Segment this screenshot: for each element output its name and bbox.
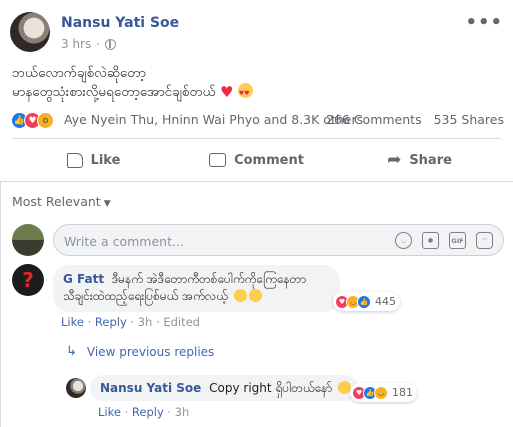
like-button-label: Like [90,152,121,168]
grin-emoji-icon [233,289,247,302]
view-previous-replies-link[interactable]: ↳ View previous replies [66,344,214,359]
comment-count[interactable]: 266 Comments [326,112,422,127]
like-button[interactable]: Like [12,145,175,175]
comment-composer: ◡ ● GIF ◠ [53,224,504,256]
reaction-count: 181 [392,386,413,399]
comment-like-link[interactable]: Like [61,315,84,329]
caret-down-icon: ▼ [103,199,111,209]
wow-reaction-icon: o [37,112,54,129]
comment-input[interactable] [64,231,384,251]
facebook-post: Nansu Yati Soe 3 hrs · ••• ဘယ်လောက်ချစ်လ… [0,0,513,427]
like-reaction-icon: 👍 [357,294,371,309]
thumbs-up-icon [66,152,83,168]
reply-actions: Like · Reply · 3h [98,405,190,419]
reply-author[interactable]: Nansu Yati Soe [100,381,201,395]
comment-button-label: Comment [234,152,304,168]
emoji-icon[interactable]: ◡ [395,232,412,249]
comment-time[interactable]: 3h [138,315,153,329]
post-text: ဘယ်လောက်ချစ်လဲဆိုတော့ မာနတွေသုံးစားလို့မ… [12,64,492,103]
reply-reactions[interactable]: ♥ 👍 ◡ 181 [350,383,417,402]
share-button[interactable]: ➦ Share [338,145,501,175]
commenter-avatar[interactable]: ? [12,264,44,296]
comment-reactions[interactable]: ♥ ◡ 👍 445 [333,292,400,311]
grin-emoji-icon [248,289,262,302]
globe-icon [105,38,117,50]
current-user-avatar [12,224,44,256]
reaction-names[interactable]: Aye Nyein Thu, Hninn Wai Phyo and 8.3K o… [64,112,363,127]
comment-edited: Edited [163,315,200,329]
post-text-line2: မာနတွေသုံးစားလို့မရတော့အောင်ချစ်တယ် [12,84,216,100]
comment-author[interactable]: G Fatt [63,272,104,286]
camera-icon[interactable]: ● [422,232,439,249]
engagement-counts: 266 Comments 535 Shares [326,112,504,127]
reaction-icons[interactable]: 👍 ♥ o [11,112,54,129]
divider [12,138,501,139]
author-avatar[interactable] [10,12,50,52]
reply-reply-link[interactable]: Reply [132,405,164,419]
reply-arrow-icon: ↳ [66,344,77,359]
haha-reaction-icon: ◡ [374,385,388,400]
reply-like-link[interactable]: Like [98,405,121,419]
comment-bubble: G Fatt ဒီမနက် အဲဒီတောကီတစ်ပေါက်ကိုကြေနေတ… [53,265,340,312]
comment-reply-link[interactable]: Reply [95,315,127,329]
action-bar: Like Comment ➦ Share [12,145,501,175]
comment-bubble-icon [209,153,227,167]
post-text-line1: ဘယ်လောက်ချစ်လဲဆိုတော့ [12,65,146,81]
post-author-name[interactable]: Nansu Yati Soe [61,15,179,31]
share-button-label: Share [409,152,452,168]
comment-actions: Like · Reply · 3h · Edited [61,315,200,329]
heart-eyes-emoji-icon [237,83,253,103]
composer-icons: ◡ ● GIF ◠ [395,232,493,249]
more-options-icon[interactable]: ••• [465,12,503,33]
meta-separator: · [96,37,101,51]
comment-sort-dropdown[interactable]: Most Relevant ▼ [12,194,111,209]
red-heart-emoji-icon: ♥ [220,83,234,101]
reply-text: Copy right ရှိပါတယ်နော် [209,381,333,395]
post-meta: 3 hrs · [61,37,117,51]
comment-button[interactable]: Comment [175,145,338,175]
reaction-count: 445 [375,295,396,308]
post-time[interactable]: 3 hrs [61,37,91,51]
gif-icon[interactable]: GIF [449,232,466,249]
sticker-icon[interactable]: ◠ [476,232,493,249]
view-previous-label: View previous replies [86,344,215,359]
reply-author-avatar[interactable] [66,378,86,398]
reply-time[interactable]: 3h [175,405,190,419]
share-arrow-icon: ➦ [387,149,402,170]
sort-label: Most Relevant [12,194,101,209]
reply-bubble: Nansu Yati Soe Copy right ရှိပါတယ်နော် [90,375,358,401]
share-count[interactable]: 535 Shares [434,112,504,127]
